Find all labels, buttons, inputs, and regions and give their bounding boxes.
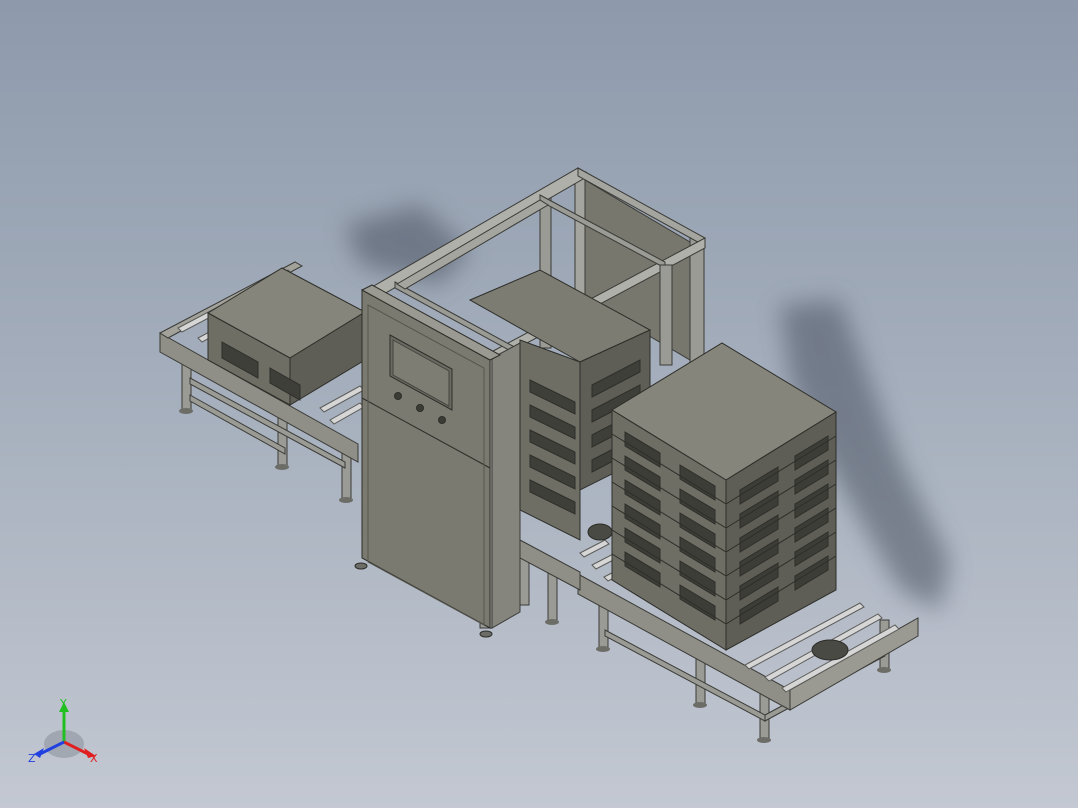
control-button-3[interactable] <box>438 416 446 424</box>
control-button-2[interactable] <box>416 404 424 412</box>
control-cabinet[interactable] <box>354 284 502 638</box>
coordinate-triad: Y X Z <box>28 697 98 765</box>
left-roller-conveyor[interactable] <box>158 261 367 503</box>
y-axis-label: Y <box>59 697 67 710</box>
control-button-1[interactable] <box>394 392 402 400</box>
z-axis-label: Z <box>28 752 36 765</box>
x-axis-label: X <box>90 752 98 765</box>
middle-roller-conveyor[interactable] <box>519 539 581 625</box>
3d-viewport[interactable]: Y X Z <box>0 0 1078 808</box>
pallet-machine-model[interactable] <box>0 0 1078 808</box>
